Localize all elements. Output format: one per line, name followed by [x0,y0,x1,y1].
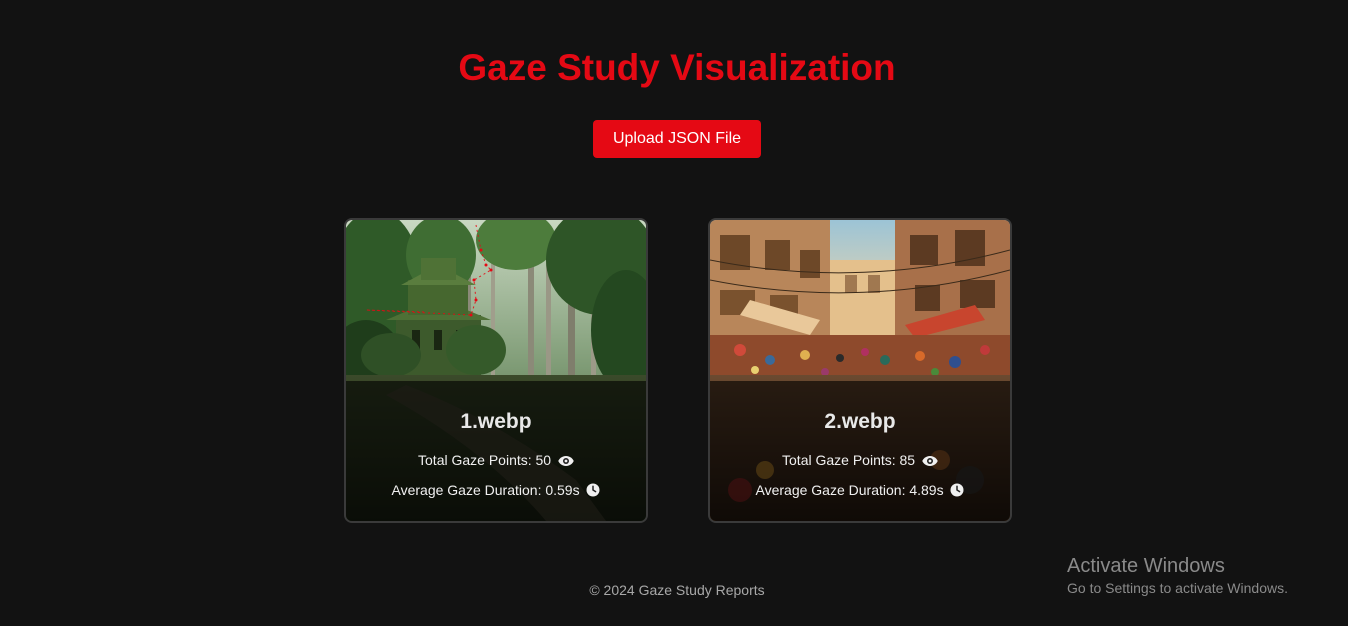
page-title: Gaze Study Visualization [458,47,896,88]
average-gaze-duration: Average Gaze Duration: 0.59s [346,481,646,501]
average-gaze-duration-label: Average Gaze Duration: 4.89s [755,482,944,498]
image-card[interactable]: 2.webp Total Gaze Points: 85 Average Gaz… [708,218,1012,523]
activate-windows-watermark: Activate Windows Go to Settings to activ… [1067,554,1288,598]
total-gaze-points-label: Total Gaze Points: 50 [418,452,552,468]
page: Gaze Study Visualization Upload JSON Fil… [0,0,1348,626]
clock-icon [586,483,600,501]
upload-json-button[interactable]: Upload JSON File [593,120,761,158]
total-gaze-points: Total Gaze Points: 50 [346,451,646,471]
watermark-subtitle: Go to Settings to activate Windows. [1067,580,1288,596]
total-gaze-points: Total Gaze Points: 85 [710,451,1010,471]
card-title: 2.webp [824,410,896,433]
watermark-title: Activate Windows [1067,555,1225,577]
eye-icon [922,453,938,471]
average-gaze-duration-label: Average Gaze Duration: 0.59s [391,482,580,498]
card-title: 1.webp [460,410,532,433]
total-gaze-points-label: Total Gaze Points: 85 [782,452,916,468]
eye-icon [558,453,574,471]
clock-icon [950,483,964,501]
average-gaze-duration: Average Gaze Duration: 4.89s [710,481,1010,501]
image-card[interactable]: 1.webp Total Gaze Points: 50 Average Gaz… [344,218,648,523]
